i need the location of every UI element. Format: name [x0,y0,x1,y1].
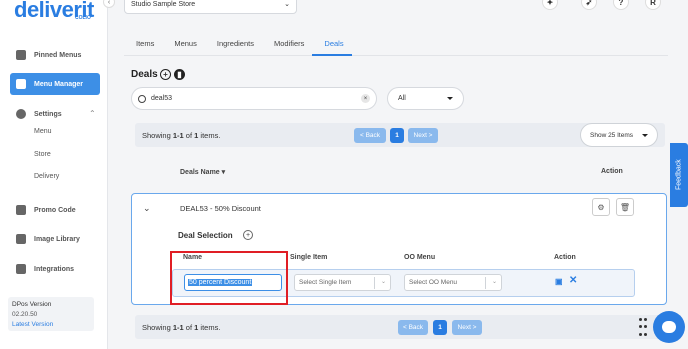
logo-sub: COLIO [75,15,91,21]
bookmark-icon[interactable]: ▮ [174,69,185,80]
chat-button[interactable] [653,311,685,343]
sidebar-item-settings[interactable]: Settings [10,103,100,125]
menu-icon [16,79,26,89]
page-1-button-bottom[interactable]: 1 [433,320,447,335]
image-icon [16,234,26,244]
store-select-value: Studio Sample Store [131,1,196,8]
back-button[interactable]: < Back [354,128,386,143]
tab-menus[interactable]: Menus [162,29,205,56]
sidebar-item-label: Menu Manager [34,80,84,88]
header-action: Action [554,254,576,261]
sidebar-item-integrations[interactable]: Integrations [10,258,100,280]
deal-selection-title: Deal Selection [178,231,233,240]
close-icon[interactable]: ✕ [569,275,577,286]
deal-name: DEAL53 - 50% Discount [180,204,261,213]
column-header-deals-name[interactable]: Deals Name ▾ [180,168,225,176]
version-number: 02.20.50 [12,311,38,318]
search-value: deal53 [151,95,173,102]
help-icon[interactable]: ? [613,0,629,10]
gear-icon: ⚙ [597,202,605,212]
drag-handle-icon[interactable] [639,318,647,338]
avatar[interactable]: R [645,0,661,10]
oo-menu-placeholder: Select OO Menu [409,279,458,286]
single-item-select[interactable]: Select Single Item ⌄ [294,274,391,291]
bird-icon[interactable]: ✦ [542,0,558,10]
search-icon [138,94,146,103]
tab-ingredients[interactable]: Ingredients [205,29,262,56]
column-header-action: Action [601,168,623,175]
sidebar: deliverit COLIO Pinned Menus Menu Manage… [0,0,108,349]
save-icon[interactable]: ▣ [555,277,563,286]
sidebar-item-label: Promo Code [34,206,76,214]
sidebar-item-pinned-menus[interactable]: Pinned Menus [10,44,100,66]
delete-button[interactable]: 🗑 [616,198,634,216]
header-oo-menu: OO Menu [404,254,436,261]
per-page-value: Show 25 Items [590,131,633,139]
gear-icon [16,109,26,119]
settings-button[interactable]: ⚙ [592,198,610,216]
version-box: DPos Version 02.20.50 Latest Version [8,297,94,331]
integrations-icon [16,264,26,274]
tab-bar: Items Menus Ingredients Modifiers Deals [124,29,668,56]
sidebar-item-label: Image Library [34,235,80,243]
filter-value: All [398,95,406,102]
chevron-down-icon: ⌄ [284,1,290,8]
version-title: DPos Version [12,301,52,308]
caret-down-icon [642,133,648,137]
pin-icon [16,50,26,60]
header-single-item: Single Item [290,254,328,261]
feedback-tab[interactable]: Feedback [670,143,688,207]
sidebar-item-label: Settings [34,110,62,118]
tab-modifiers[interactable]: Modifiers [262,29,312,56]
back-button-bottom[interactable]: < Back [398,320,428,335]
chevron-down-icon: ⌄ [380,279,386,285]
collapse-sidebar-button[interactable]: ‹ [103,0,115,8]
chevron-down-icon: ⌄ [491,279,497,285]
add-deal-button[interactable]: + [160,69,171,80]
single-item-placeholder: Select Single Item [299,279,352,286]
sidebar-item-menu-manager[interactable]: Menu Manager [10,73,100,95]
sidebar-item-label: Pinned Menus [34,51,82,59]
tab-items[interactable]: Items [124,29,162,56]
sidebar-subitem-menu[interactable]: Menu [34,128,52,135]
tab-deals[interactable]: Deals [312,29,352,56]
next-button[interactable]: Next > [408,128,438,143]
next-button-bottom[interactable]: Next > [452,320,482,335]
per-page-select[interactable]: Show 25 Items [580,123,658,147]
pager-text: Showing 1-1 of 1 items. [142,130,221,140]
chat-icon [662,321,676,333]
sidebar-item-promo-code[interactable]: Promo Code [10,199,100,221]
chevron-down-icon[interactable]: ⌄ [143,203,151,214]
pager-text: Showing 1-1 of 1 items. [142,322,221,332]
trash-icon: 🗑 [619,202,631,212]
chevron-up-icon[interactable]: ⌃ [89,109,96,118]
sidebar-item-label: Integrations [34,265,75,273]
latest-version-link[interactable]: Latest Version [12,320,90,330]
filter-select[interactable]: All [387,87,464,110]
rocket-icon[interactable]: ➶ [581,0,597,10]
clear-search-icon[interactable]: × [361,94,370,103]
sort-icon: ▾ [221,169,226,176]
caret-down-icon [447,97,453,100]
promo-icon [16,205,26,215]
page-1-button[interactable]: 1 [390,128,404,143]
store-select[interactable]: Studio Sample Store ⌄ [124,0,297,14]
highlight-box [170,251,288,305]
sidebar-item-image-library[interactable]: Image Library [10,228,100,250]
search-input[interactable]: deal53 × [131,87,377,110]
sidebar-subitem-store[interactable]: Store [34,151,51,158]
add-selection-button[interactable]: + [243,230,253,240]
sidebar-subitem-delivery[interactable]: Delivery [34,173,59,180]
page-title: Deals [131,69,158,80]
oo-menu-select[interactable]: Select OO Menu ⌄ [404,274,502,291]
